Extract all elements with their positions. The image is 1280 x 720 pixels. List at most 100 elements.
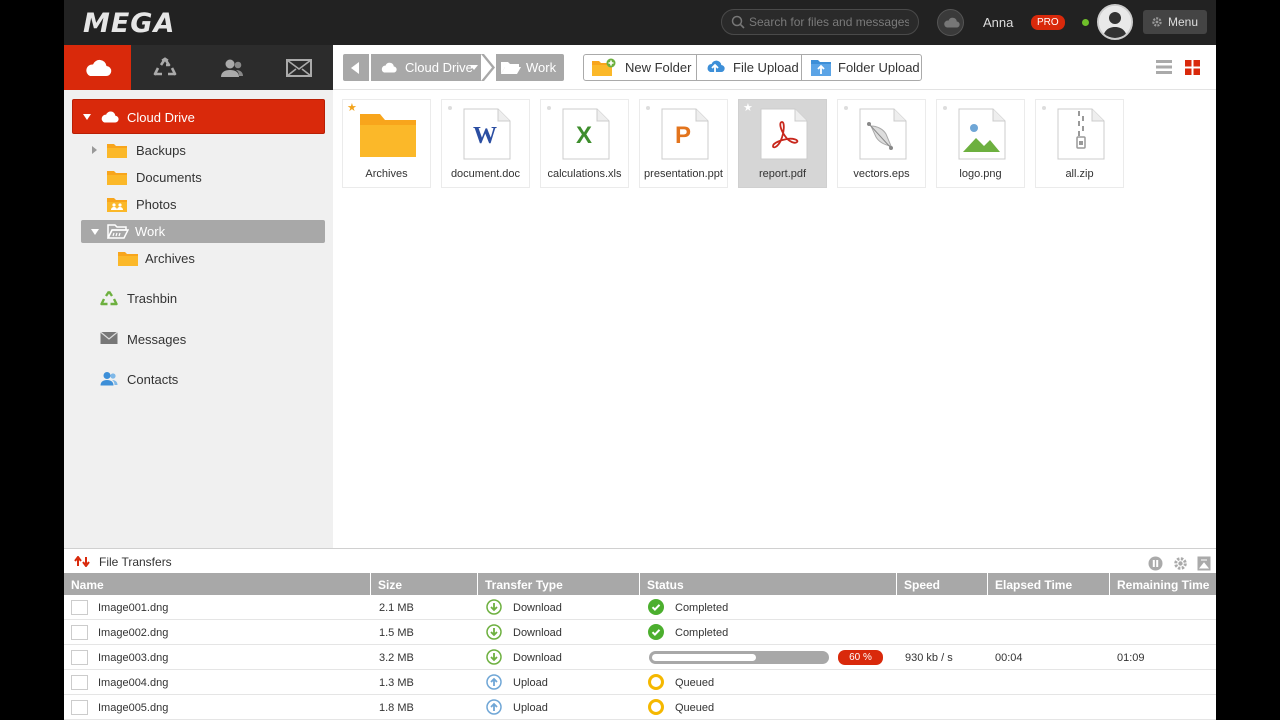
mega-logo[interactable]: MEGA [83,8,175,39]
table-row[interactable]: Image001.dng 2.1 MB Download Completed [64,595,1216,620]
star-icon[interactable]: ★ [743,101,753,114]
new-folder-button[interactable]: New Folder [584,55,697,80]
file-name: vectors.eps [853,168,910,180]
tree-item-backups[interactable]: Backups [90,139,310,161]
list-view-icon[interactable] [1156,60,1172,74]
sidebar-item-contacts[interactable]: Contacts [100,369,300,391]
back-button[interactable] [343,54,369,81]
svg-text:W: W [473,123,497,149]
pause-icon[interactable] [1148,556,1163,571]
tab-cloud-drive[interactable] [64,45,131,90]
file-name: document.doc [450,168,521,180]
expand-arrow-icon[interactable] [92,146,97,154]
file-tile-logo-png[interactable]: logo.png [936,99,1025,188]
transfer-type: Download [513,627,562,639]
online-status-dot [1082,19,1089,26]
sidebar: Cloud Drive Backups Documents Photos Wor… [64,90,333,548]
expand-arrow-icon[interactable] [83,114,91,120]
transfers-table-header: Name Size Transfer Type Status Speed Ela… [64,573,1216,595]
file-grid: ★ Archives W document.doc X calculations… [333,90,1216,548]
column-header-size[interactable]: Size [371,573,478,595]
column-header-elapsed-time[interactable]: Elapsed Time [988,573,1110,595]
envelope-icon [285,58,312,77]
file-tile-vectors-eps[interactable]: vectors.eps [837,99,926,188]
folder-upload-button[interactable]: Folder Upload [802,55,921,80]
file-tile-presentation-ppt[interactable]: P presentation.ppt [639,99,728,188]
sync-status-button[interactable] [937,9,964,36]
transfer-status: Completed [675,602,729,614]
shared-folder-icon [107,198,127,212]
powerpoint-file-icon: P [661,108,709,160]
column-header-status[interactable]: Status [640,573,897,595]
table-row[interactable]: Image003.dng 3.2 MB Download 60 % 930 kb… [64,645,1216,670]
star-placeholder[interactable] [943,106,947,110]
tree-item-documents[interactable]: Documents [90,166,310,188]
minimize-panel-icon[interactable] [1197,556,1211,571]
column-header-speed[interactable]: Speed [897,573,988,595]
star-placeholder[interactable] [547,106,551,110]
search-input[interactable] [749,14,909,30]
folder-icon [360,114,416,157]
pdf-file-icon [760,108,808,160]
button-label: Folder Upload [838,60,920,75]
sidebar-item-messages[interactable]: Messages [100,329,300,351]
avatar[interactable] [1097,4,1133,40]
file-upload-button[interactable]: File Upload [697,55,802,80]
transfer-file-name: Image005.dng [98,702,169,714]
sidebar-item-trashbin[interactable]: Trashbin [100,288,300,310]
section-tabs [64,45,333,90]
tree-item-label: Backups [136,143,186,158]
star-placeholder[interactable] [1042,106,1046,110]
zip-file-icon [1057,108,1105,160]
tree-item-archives[interactable]: Archives [118,247,318,269]
file-thumbnail-icon [71,675,88,690]
table-row[interactable]: Image005.dng 1.8 MB Upload Queued [64,695,1216,720]
user-silhouette-icon [1099,6,1131,38]
tab-contacts[interactable] [198,45,265,90]
star-icon[interactable]: ★ [347,101,357,114]
column-header-transfer-type[interactable]: Transfer Type [478,573,640,595]
tree-item-label: Work [135,224,166,239]
tab-messages[interactable] [265,45,332,90]
table-row[interactable]: Image002.dng 1.5 MB Download Completed [64,620,1216,645]
download-icon [486,599,502,615]
tree-root-cloud-drive[interactable]: Cloud Drive [72,99,325,134]
pro-badge: PRO [1031,15,1065,30]
tab-rubbish-bin[interactable] [131,45,198,90]
chevron-down-icon[interactable] [470,65,478,70]
column-header-name[interactable]: Name [64,573,371,595]
menu-button[interactable]: Menu [1143,10,1207,34]
tree-item-photos[interactable]: Photos [90,193,310,215]
image-file-icon [958,108,1006,160]
transfer-status: Completed [675,627,729,639]
svg-text:X: X [576,122,592,149]
column-header-remaining-time[interactable]: Remaining Time [1110,573,1216,595]
file-tile-report-pdf[interactable]: ★ report.pdf [738,99,827,188]
file-tile-all-zip[interactable]: all.zip [1035,99,1124,188]
breadcrumb-label: Work [526,60,557,75]
grid-view-icon[interactable] [1185,60,1200,75]
file-tile-calculations-xls[interactable]: X calculations.xls [540,99,629,188]
star-placeholder[interactable] [844,106,848,110]
settings-gear-icon[interactable] [1173,556,1188,571]
new-folder-icon [592,58,616,76]
search-box[interactable] [721,9,919,35]
transfer-size: 1.3 MB [379,677,414,689]
tree-item-work[interactable]: Work [81,220,325,243]
file-tile-document-doc[interactable]: W document.doc [441,99,530,188]
star-placeholder[interactable] [646,106,650,110]
transfer-file-name: Image003.dng [98,652,169,664]
breadcrumb-cloud-drive[interactable]: Cloud Drive [371,54,481,81]
breadcrumb-label: Cloud Drive [405,60,473,75]
table-row[interactable]: Image004.dng 1.3 MB Upload Queued [64,670,1216,695]
file-transfers-panel: File Transfers Name Size Transfer Type S… [64,548,1216,720]
file-name: Archives [365,168,408,180]
collapse-arrow-icon[interactable] [91,229,99,235]
file-tile-archives[interactable]: ★ Archives [342,99,431,188]
search-icon [731,15,745,29]
star-placeholder[interactable] [448,106,452,110]
contacts-icon [220,59,243,77]
user-name[interactable]: Anna [983,15,1013,30]
download-icon [486,649,502,665]
breadcrumb-work[interactable]: Work [496,54,564,81]
